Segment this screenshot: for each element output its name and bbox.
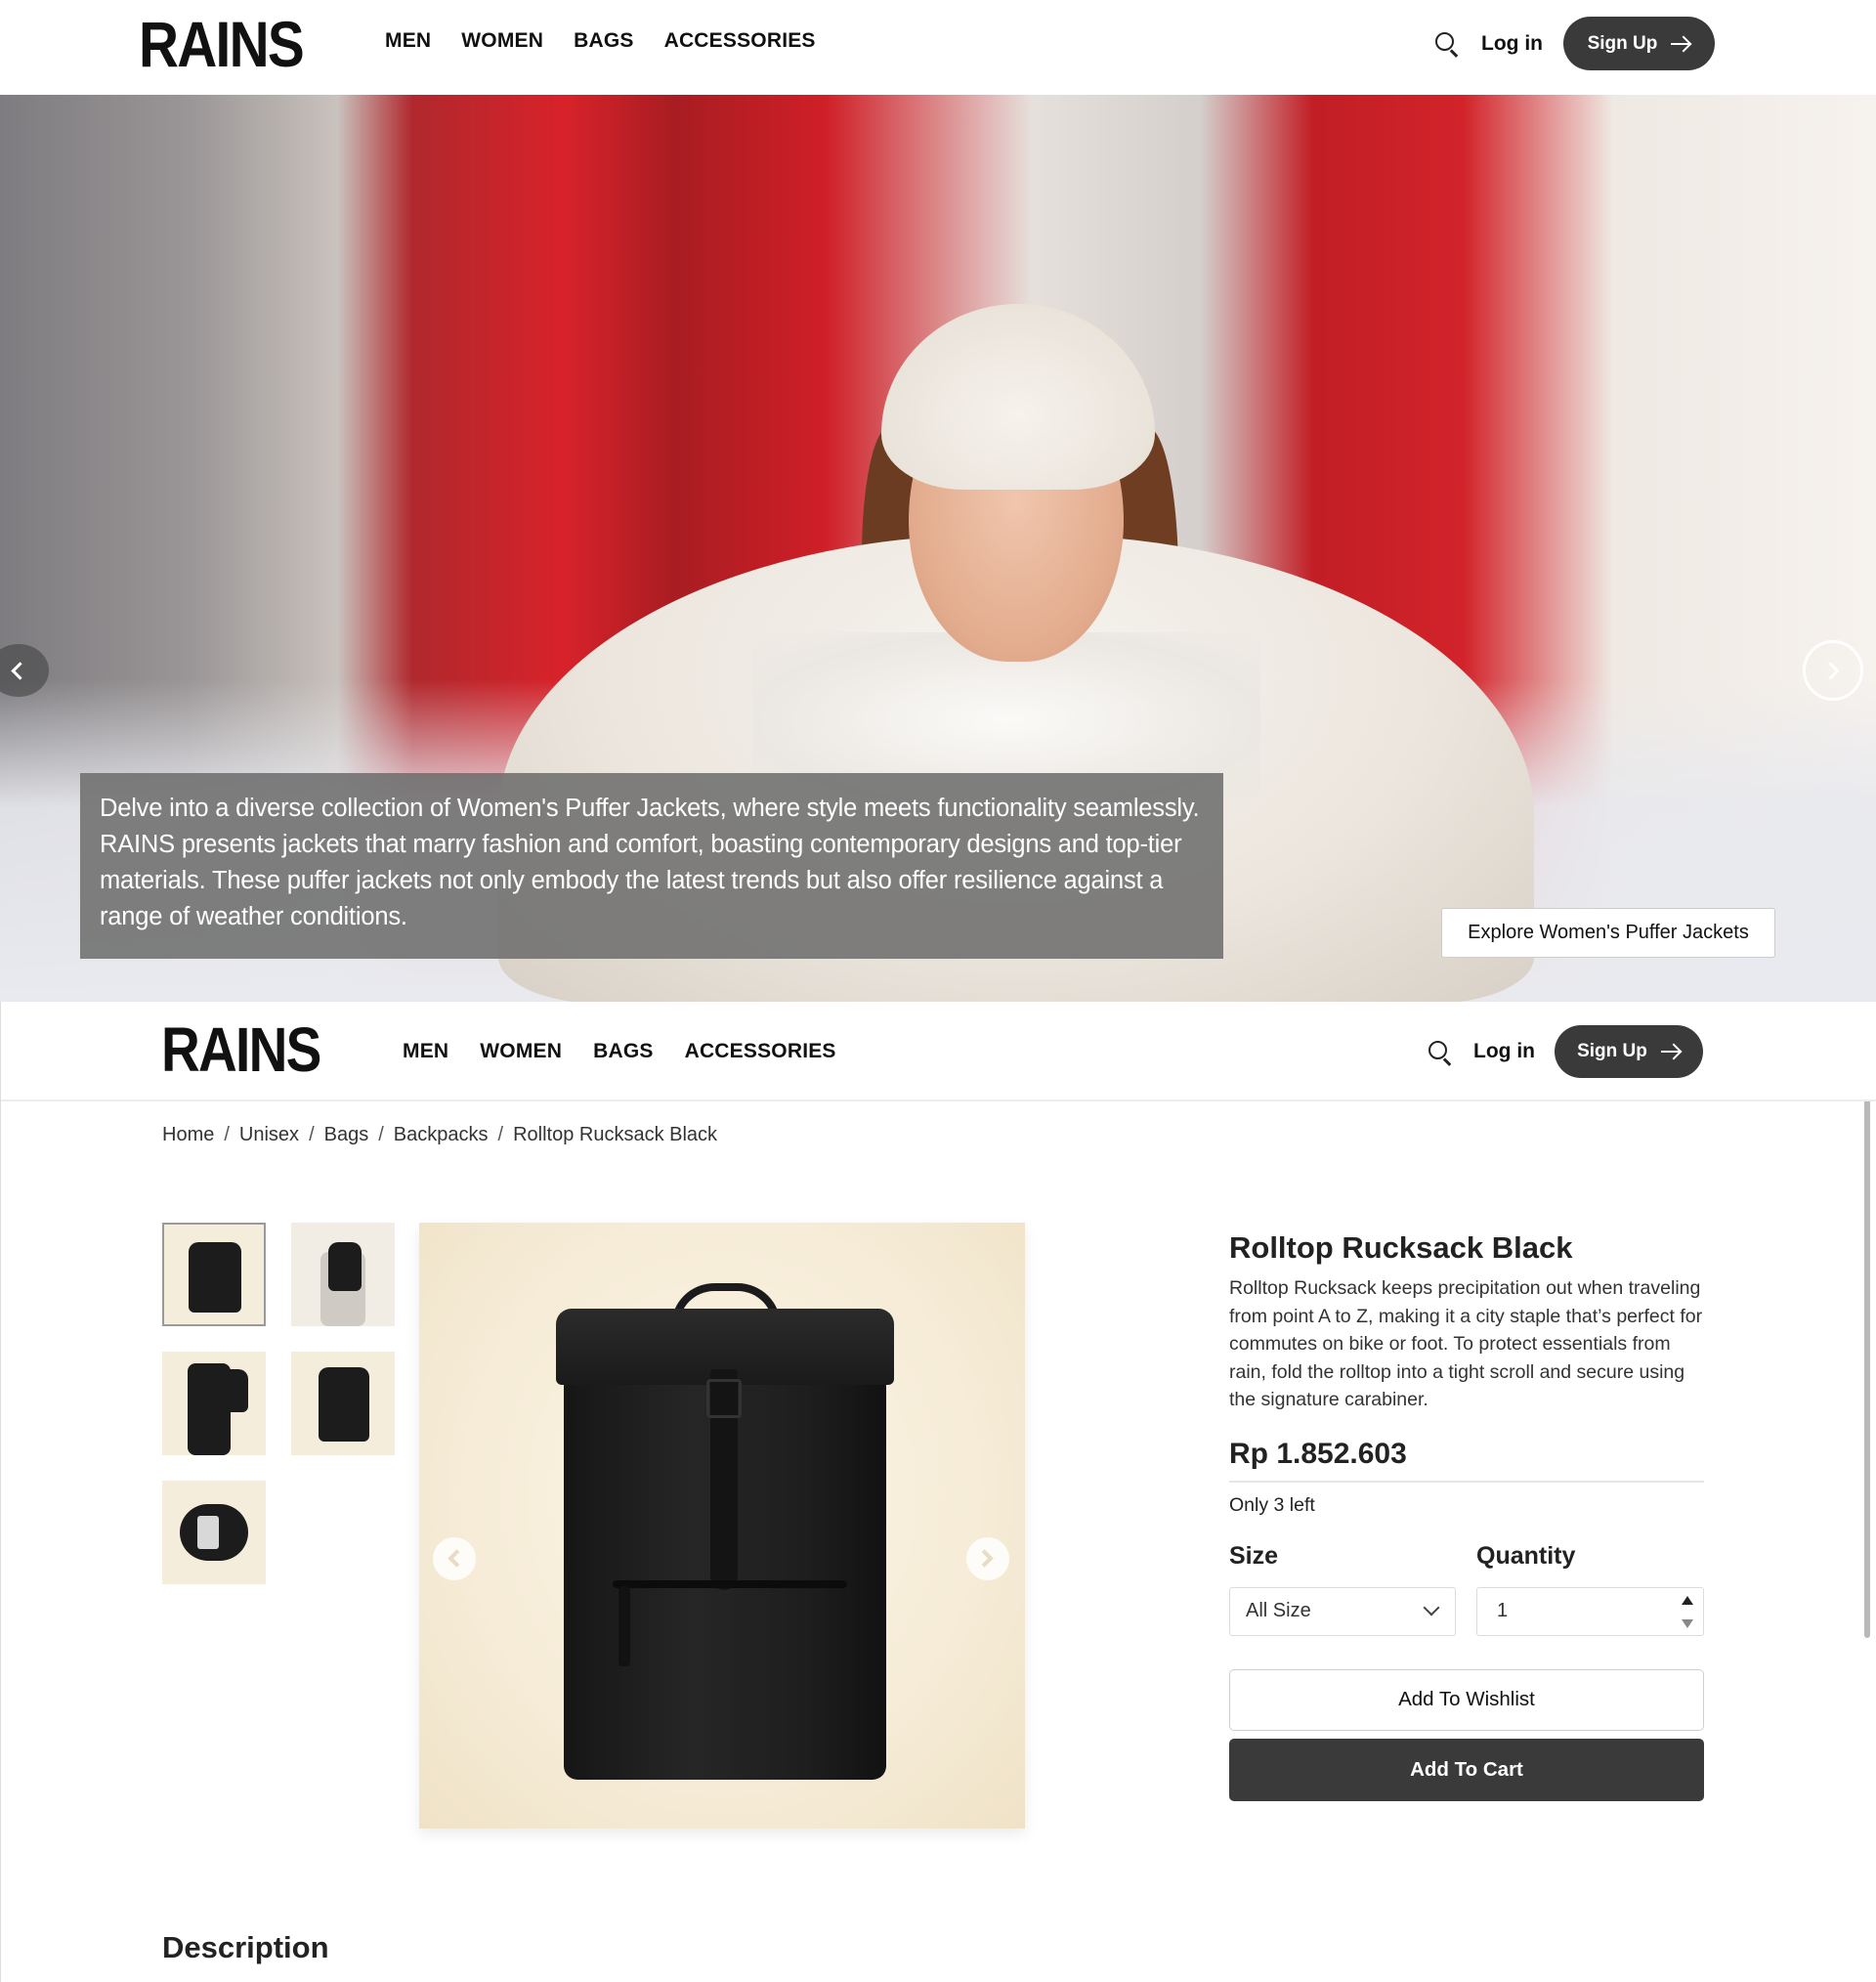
breadcrumb-separator: /: [378, 1124, 384, 1145]
nav-women[interactable]: WOMEN: [461, 29, 543, 53]
thumbnail-model-back[interactable]: [291, 1223, 395, 1326]
product-price: Rp 1.852.603: [1229, 1438, 1704, 1483]
size-select-value: All Size: [1246, 1599, 1311, 1621]
product-page: RAINS MEN WOMEN BAGS ACCESSORIES Log in …: [0, 1002, 1876, 1982]
login-link[interactable]: Log in: [1473, 1040, 1535, 1063]
breadcrumb-current: Rolltop Rucksack Black: [513, 1124, 718, 1145]
thumbnail-backpack-back[interactable]: [291, 1352, 395, 1455]
image-prev-button[interactable]: [433, 1537, 476, 1580]
chevron-left-icon: [448, 1549, 466, 1568]
chevron-down-icon: [1423, 1599, 1440, 1616]
top-header: RAINS MEN WOMEN BAGS ACCESSORIES Log in …: [0, 0, 1876, 95]
arrow-right-icon: [1660, 1044, 1681, 1059]
scrollbar-thumb[interactable]: [1864, 1027, 1870, 1638]
signup-button[interactable]: Sign Up: [1563, 17, 1715, 70]
search-icon[interactable]: [1428, 1041, 1454, 1066]
scrollbar[interactable]: [1862, 1010, 1872, 1982]
main-nav: MEN WOMEN BAGS ACCESSORIES: [403, 1040, 836, 1063]
breadcrumb-bags[interactable]: Bags: [324, 1124, 369, 1146]
nav-women[interactable]: WOMEN: [480, 1040, 562, 1063]
breadcrumb-home[interactable]: Home: [162, 1124, 214, 1146]
search-icon[interactable]: [1435, 32, 1461, 58]
image-next-button[interactable]: [966, 1537, 1009, 1580]
main-nav: MEN WOMEN BAGS ACCESSORIES: [385, 29, 816, 53]
nav-men[interactable]: MEN: [385, 29, 431, 53]
increment-icon[interactable]: [1682, 1595, 1693, 1605]
breadcrumb-separator: /: [224, 1124, 230, 1145]
arrow-right-icon: [1671, 36, 1690, 52]
thumbnail-backpack-open[interactable]: [162, 1481, 266, 1584]
nav-accessories[interactable]: ACCESSORIES: [685, 1040, 836, 1063]
breadcrumb-separator: /: [497, 1124, 504, 1145]
decrement-icon[interactable]: [1682, 1618, 1693, 1628]
chevron-left-icon: [11, 662, 29, 680]
quantity-value: 1: [1497, 1599, 1509, 1621]
thumbnail-model-side[interactable]: [162, 1352, 266, 1455]
login-link[interactable]: Log in: [1481, 32, 1543, 56]
size-select[interactable]: All Size: [1229, 1586, 1456, 1636]
signup-label: Sign Up: [1577, 1041, 1647, 1061]
nav-accessories[interactable]: ACCESSORIES: [664, 29, 816, 53]
description-heading: Description: [162, 1930, 329, 1964]
quantity-label: Quantity: [1476, 1541, 1576, 1570]
breadcrumb-unisex[interactable]: Unisex: [239, 1124, 299, 1146]
product-title: Rolltop Rucksack Black: [1229, 1230, 1573, 1265]
breadcrumb: Home / Unisex / Bags / Backpacks / Rollt…: [162, 1124, 717, 1146]
signup-label: Sign Up: [1587, 32, 1658, 54]
size-label: Size: [1229, 1541, 1279, 1570]
chevron-right-icon: [1821, 662, 1840, 680]
brand-logo[interactable]: RAINS: [161, 1016, 321, 1083]
product-description: Rolltop Rucksack keeps precipitation out…: [1229, 1277, 1703, 1410]
breadcrumb-separator: /: [309, 1124, 315, 1145]
stock-status: Only 3 left: [1229, 1493, 1315, 1516]
hero-next-button[interactable]: [1803, 640, 1863, 701]
product-header: RAINS MEN WOMEN BAGS ACCESSORIES Log in …: [1, 1002, 1876, 1101]
quantity-stepper[interactable]: 1: [1476, 1586, 1704, 1636]
thumbnail-backpack-front[interactable]: [162, 1223, 266, 1326]
explore-puffer-jackets-button[interactable]: Explore Women's Puffer Jackets: [1441, 908, 1775, 958]
nav-bags[interactable]: BAGS: [593, 1040, 653, 1063]
product-main-image: [419, 1223, 1025, 1829]
add-to-wishlist-button[interactable]: Add To Wishlist: [1229, 1668, 1704, 1731]
brand-logo[interactable]: RAINS: [139, 10, 305, 78]
chevron-right-icon: [975, 1549, 994, 1568]
nav-bags[interactable]: BAGS: [574, 29, 633, 53]
hero-caption: Delve into a diverse collection of Women…: [80, 773, 1223, 959]
nav-men[interactable]: MEN: [403, 1040, 448, 1063]
add-to-cart-button[interactable]: Add To Cart: [1229, 1738, 1704, 1801]
product-info: Rolltop Rucksack Black Rolltop Rucksack …: [1229, 1223, 1704, 1801]
breadcrumb-backpacks[interactable]: Backpacks: [394, 1124, 489, 1146]
signup-button[interactable]: Sign Up: [1555, 1025, 1703, 1078]
